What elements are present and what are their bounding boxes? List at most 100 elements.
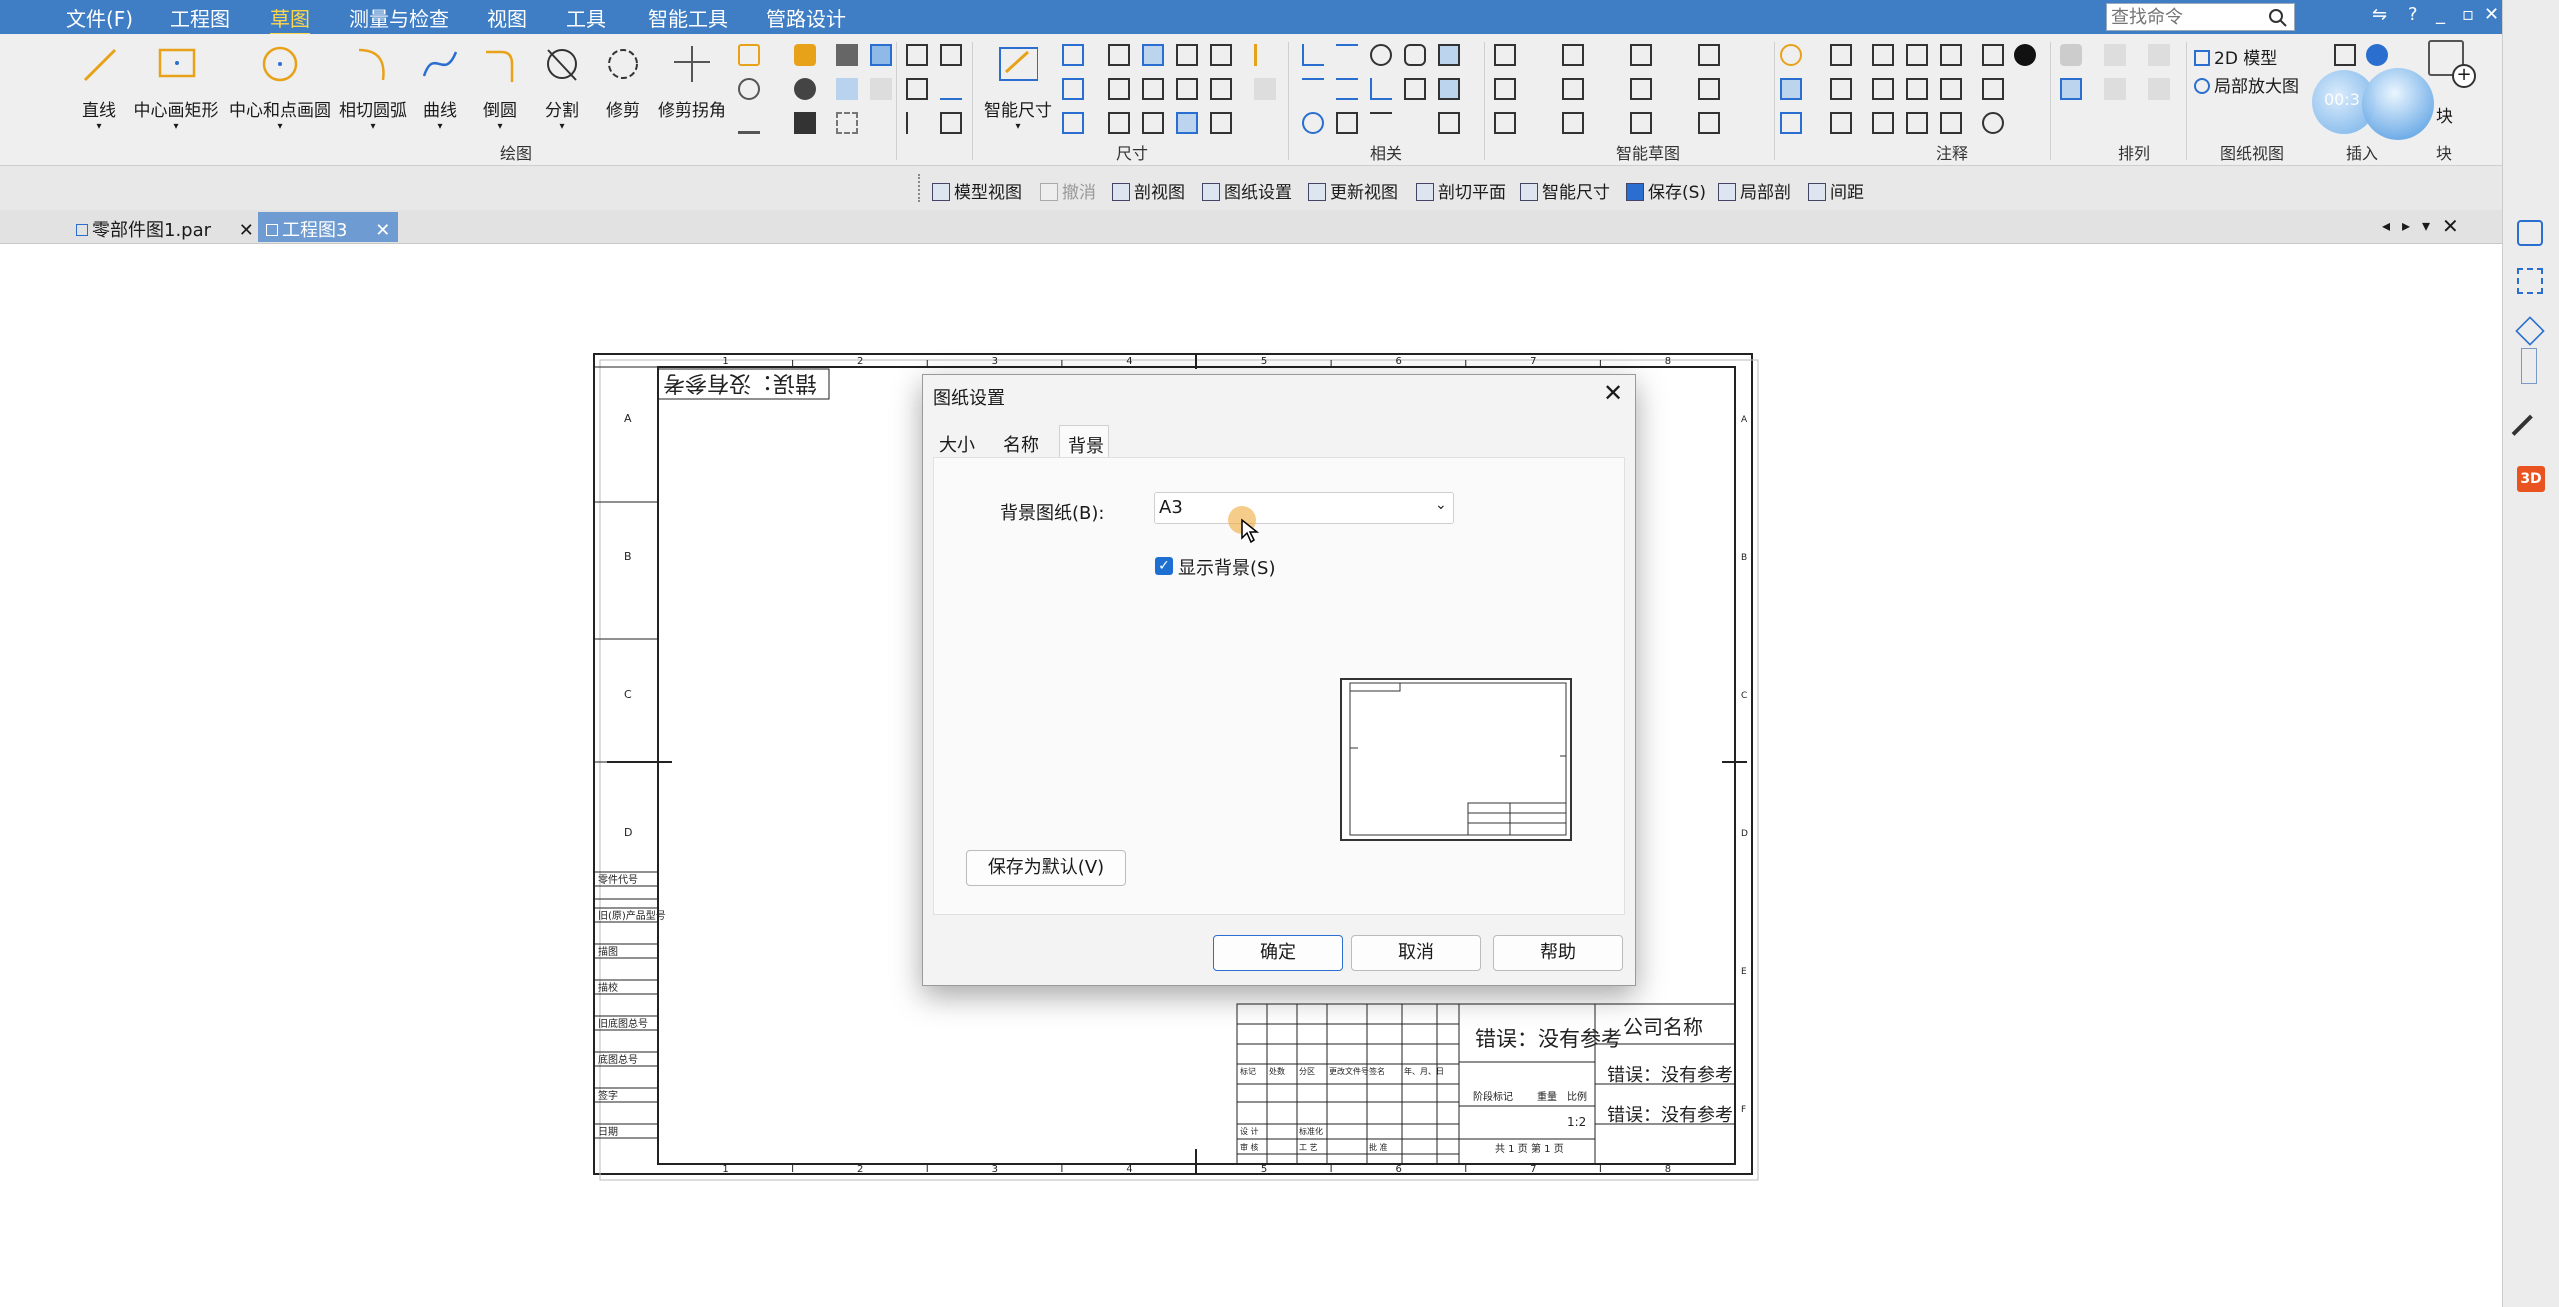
dim-attr-icon[interactable] xyxy=(1176,44,1198,66)
dim-chain-icon[interactable] xyxy=(1062,112,1084,134)
view-2d-model[interactable]: 2D 模型 xyxy=(2194,44,2277,69)
tab-name[interactable]: 名称 xyxy=(1003,431,1039,457)
menu-measure[interactable]: 测量与检查 xyxy=(349,3,449,32)
annot-8-icon[interactable] xyxy=(1872,78,1894,100)
lock-icon[interactable] xyxy=(1404,44,1426,66)
dim-lock-icon[interactable] xyxy=(1176,112,1198,134)
annot-16-icon[interactable] xyxy=(1982,44,2004,66)
show-bg-checkbox[interactable]: ✓ xyxy=(1155,557,1173,575)
minimize-button[interactable]: _ xyxy=(2436,4,2445,25)
view-local-zoom[interactable]: 局部放大图 xyxy=(2194,72,2299,97)
cancel-button[interactable]: 取消 xyxy=(1351,935,1481,971)
annot-11-icon[interactable] xyxy=(1906,78,1928,100)
arrange-5-icon[interactable] xyxy=(2148,44,2170,66)
symmetric-icon[interactable] xyxy=(1336,112,1358,134)
layers-label-icon[interactable] xyxy=(2521,348,2537,384)
annot-5-icon[interactable] xyxy=(1830,78,1852,100)
snap-icon[interactable] xyxy=(906,78,928,100)
smart-check-7[interactable] xyxy=(1630,44,1652,66)
tangent-icon[interactable] xyxy=(1302,112,1324,134)
arrange-4-icon[interactable] xyxy=(2104,78,2126,100)
concentric-icon[interactable] xyxy=(1370,44,1392,66)
dim-coord-icon[interactable] xyxy=(1108,78,1130,100)
center-rect-tool[interactable]: 中心画矩形 ▾ xyxy=(132,42,220,132)
curve-tool[interactable]: 曲线 ▾ xyxy=(420,42,460,132)
dialog-close-icon[interactable]: ✕ xyxy=(1603,379,1623,407)
close-tab-icon[interactable]: ✕ xyxy=(375,220,390,241)
undo-button[interactable]: 撤消 xyxy=(1040,178,1096,203)
dim-angle-icon[interactable] xyxy=(1062,78,1084,100)
library-icon[interactable] xyxy=(2517,220,2543,246)
smart-dimension-tool[interactable]: 智能尺寸 ▾ xyxy=(982,42,1054,132)
annot-17-icon[interactable] xyxy=(1982,78,2004,100)
smart-check-5[interactable] xyxy=(1562,78,1584,100)
dim-copy-icon[interactable] xyxy=(1176,78,1198,100)
arrange-6-icon[interactable] xyxy=(2148,78,2170,100)
tab-list-icon[interactable]: ▾ xyxy=(2422,216,2430,235)
project-icon[interactable] xyxy=(794,44,816,66)
relation-assist-icon[interactable] xyxy=(1438,78,1460,100)
insert-2-icon[interactable] xyxy=(2366,44,2388,66)
spacing-button[interactable]: 间距 xyxy=(1808,178,1864,203)
annot-15-icon[interactable] xyxy=(1940,112,1962,134)
line-tool[interactable]: 直线 ▾ xyxy=(76,42,122,132)
pick-icon[interactable] xyxy=(870,44,892,66)
solid-icon[interactable] xyxy=(836,44,858,66)
sheet-setup-button[interactable]: 图纸设置 xyxy=(1202,178,1292,203)
smart-check-11[interactable] xyxy=(1698,78,1720,100)
smart-check-4[interactable] xyxy=(1562,44,1584,66)
smart-check-1[interactable] xyxy=(1494,44,1516,66)
section-view-button[interactable]: 剖视图 xyxy=(1112,178,1185,203)
smart-check-8[interactable] xyxy=(1630,78,1652,100)
dim-align-icon[interactable] xyxy=(1210,112,1232,134)
layers-icon[interactable] xyxy=(2515,316,2545,346)
smart-check-6[interactable] xyxy=(1562,112,1584,134)
search-icon[interactable] xyxy=(2267,7,2289,29)
horizontal-icon[interactable] xyxy=(1302,78,1324,100)
select-icon[interactable] xyxy=(2517,268,2543,294)
save-button[interactable]: 保存(S) xyxy=(1626,178,1706,203)
menu-tools[interactable]: 工具 xyxy=(566,3,606,32)
bg-sheet-select[interactable]: A3 ⌄ xyxy=(1154,492,1454,524)
perpendicular-icon[interactable] xyxy=(1302,44,1324,66)
split-tool[interactable]: 分割 ▾ xyxy=(542,42,582,132)
annot-4-icon[interactable] xyxy=(1830,44,1852,66)
annot-2-icon[interactable] xyxy=(1780,78,1802,100)
dim-smart-active-icon[interactable] xyxy=(1142,44,1164,66)
model-view-button[interactable]: 模型视图 xyxy=(932,178,1022,203)
annot-6-icon[interactable] xyxy=(1830,112,1852,134)
menu-drawing[interactable]: 工程图 xyxy=(170,3,230,32)
menu-pipe-design[interactable]: 管路设计 xyxy=(766,3,846,32)
grid-icon[interactable] xyxy=(906,44,928,66)
annot-10-icon[interactable] xyxy=(1906,44,1928,66)
offset-icon[interactable] xyxy=(738,78,760,100)
tab-drawing-3[interactable]: 工程图3 ✕ xyxy=(258,212,399,242)
tab-background-active[interactable]: 背景 xyxy=(1059,425,1109,457)
annot-13-icon[interactable] xyxy=(1940,44,1962,66)
dim-dist-icon[interactable] xyxy=(1108,44,1130,66)
insert-1-icon[interactable] xyxy=(2334,44,2356,66)
faded-tool-icon[interactable] xyxy=(870,78,892,100)
tab-prev-icon[interactable]: ◂ xyxy=(2382,216,2390,235)
tab-next-icon[interactable]: ▸ xyxy=(2402,216,2410,235)
include-icon[interactable] xyxy=(794,78,816,100)
relation-color-icon[interactable] xyxy=(1438,112,1460,134)
save-as-default-button[interactable]: 保存为默认(V) xyxy=(966,850,1126,886)
ok-button[interactable]: 确定 xyxy=(1213,935,1343,971)
dim-faded-icon[interactable] xyxy=(1254,78,1276,100)
add-block-icon[interactable]: + xyxy=(2452,64,2476,88)
circle-tool[interactable]: 中心和点画圆 ▾ xyxy=(228,42,332,132)
smart-check-12[interactable] xyxy=(1698,112,1720,134)
annot-18-icon[interactable] xyxy=(1982,112,2004,134)
collinear-icon[interactable] xyxy=(1370,112,1392,134)
text-edit-icon[interactable] xyxy=(1254,44,1276,66)
dim-order-icon[interactable] xyxy=(1142,78,1164,100)
update-view-button[interactable]: 更新视图 xyxy=(1308,178,1398,203)
annot-7-icon[interactable] xyxy=(1872,44,1894,66)
close-app-button[interactable]: ✕ xyxy=(2484,4,2499,25)
connect-icon[interactable] xyxy=(1370,78,1392,100)
annot-9-icon[interactable] xyxy=(1872,112,1894,134)
rigid-icon[interactable] xyxy=(1404,78,1426,100)
maximize-button[interactable]: ▫ xyxy=(2462,4,2474,25)
plane-icon[interactable] xyxy=(836,78,858,100)
